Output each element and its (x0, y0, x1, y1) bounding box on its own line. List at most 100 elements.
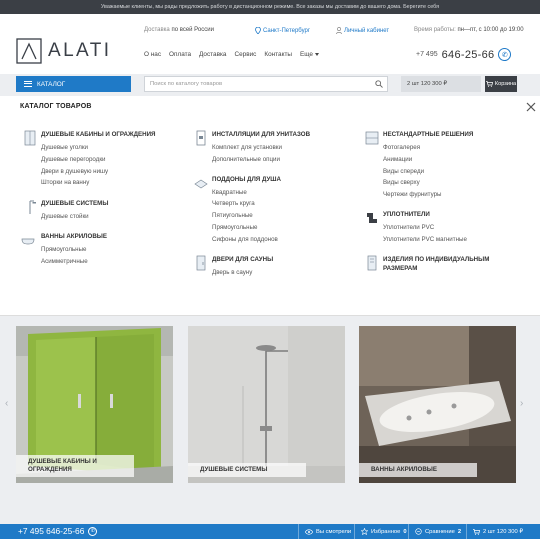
catalog-group-title[interactable]: ИЗДЕЛИЯ ПО ИНДИВИДУАЛЬНЫМ РАЗМЕРАМ (383, 255, 495, 273)
footer-compare-label: Сравнение (425, 528, 455, 535)
catalog-subitem[interactable]: Шторки на ванну (41, 177, 155, 189)
cart-button-label: Корзина (494, 81, 517, 87)
nav-item-payment[interactable]: Оплата (169, 51, 191, 58)
carousel-next-icon[interactable]: › (520, 398, 528, 410)
bathtub-photo (359, 326, 516, 483)
delivery-text: по всей России (171, 27, 214, 33)
footer-viewed[interactable]: Вы смотрели (298, 524, 357, 539)
catalog-group: ИНСТАЛЛЯЦИИ ДЛЯ УНИТАЗОВ Комплект для ус… (196, 130, 310, 166)
catalog-subitem[interactable]: Квадратные (212, 187, 310, 199)
catalog-subitem[interactable]: Пятиугольные (212, 210, 310, 222)
catalog-button-label: КАТАЛОГ (37, 80, 66, 88)
cart-summary[interactable]: 2 шт 120 300 ₽ (401, 76, 481, 92)
catalog-group-title[interactable]: ДУШЕВЫЕ КАБИНЫ И ОГРАЖДЕНИЯ (41, 130, 155, 139)
delivery-info: Доставка по всей России (144, 27, 214, 33)
catalog-group: ДУШЕВЫЕ КАБИНЫ И ОГРАЖДЕНИЯ Душевые угол… (24, 130, 155, 189)
footer-viewed-label: Вы смотрели (316, 528, 352, 535)
shower-tray-icon (194, 179, 208, 189)
nav-item-delivery[interactable]: Доставка (199, 51, 226, 58)
catalog-subitem[interactable]: Анимации (383, 154, 495, 166)
catalog-column-1: ДУШЕВЫЕ КАБИНЫ И ОГРАЖДЕНИЯ Душевые угол… (21, 130, 155, 277)
footer-viber-icon[interactable]: ✆ (88, 526, 98, 536)
catalog-subitem[interactable]: Четверть круга (212, 198, 310, 210)
cart-summary-text: 2 шт 120 300 ₽ (407, 81, 448, 87)
catalog-subitem[interactable]: Душевые перегородки (41, 154, 155, 166)
nav-item-service[interactable]: Сервис (234, 51, 256, 58)
catalog-title: КАТАЛОГ ТОВАРОВ (20, 103, 92, 110)
catalog-group: ДУШЕВЫЕ СИСТЕМЫ Душевые стойки (29, 199, 155, 223)
catalog-column-3: НЕСТАНДАРТНЫЕ РЕШЕНИЯ Фотогалерея Анимац… (365, 130, 495, 282)
category-card-label: ВАННЫ АКРИЛОВЫЕ (359, 463, 477, 477)
catalog-subitem[interactable]: Сифоны для поддонов (212, 234, 310, 246)
catalog-group-title[interactable]: НЕСТАНДАРТНЫЕ РЕШЕНИЯ (383, 130, 495, 139)
catalog-subitem[interactable]: Дверь в сауну (212, 267, 310, 279)
catalog-group: ВАННЫ АКРИЛОВЫЕ Прямоугольные Асимметрич… (21, 232, 155, 268)
catalog-subitem[interactable]: Фотогалерея (383, 142, 495, 154)
account-link[interactable]: Личный кабинет (336, 27, 389, 34)
category-card-shower-systems[interactable]: ДУШЕВЫЕ СИСТЕМЫ (188, 326, 345, 483)
compare-icon (415, 528, 422, 535)
shower-cabin-icon (24, 130, 36, 146)
catalog-group: ПОДДОНЫ ДЛЯ ДУША Квадратные Четверть кру… (194, 175, 310, 246)
catalog-subitem[interactable]: Двери в душевую нишу (41, 166, 155, 178)
user-icon (336, 27, 342, 34)
header-phone[interactable]: +7 495 646-25-66 ✆ (416, 48, 512, 61)
phone-number: 646-25-66 (441, 48, 495, 61)
menu-icon (24, 81, 32, 87)
cart-icon (485, 81, 493, 87)
catalog-subitem[interactable]: Душевые уголки (41, 142, 155, 154)
cart-button[interactable]: Корзина (485, 76, 517, 92)
close-icon[interactable] (526, 102, 536, 112)
catalog-subitem[interactable]: Прямоугольные (212, 222, 310, 234)
catalog-column-2: ИНСТАЛЛЯЦИИ ДЛЯ УНИТАЗОВ Комплект для ус… (194, 130, 310, 287)
carousel-prev-icon[interactable]: ‹ (5, 398, 13, 410)
catalog-subitem[interactable]: Дополнительные опции (212, 154, 310, 166)
category-card-shower-cabins[interactable]: ДУШЕВЫЕ КАБИНЫ И ОГРАЖДЕНИЯ (16, 326, 173, 483)
catalog-group-title[interactable]: ПОДДОНЫ ДЛЯ ДУША (212, 175, 310, 184)
catalog-subitem[interactable]: Комплект для установки (212, 142, 310, 154)
catalog-button[interactable]: КАТАЛОГ (16, 76, 131, 92)
custom-size-icon (367, 255, 377, 270)
footer-compare[interactable]: Сравнение 2 (408, 524, 467, 539)
star-icon (361, 528, 368, 535)
nav-item-more[interactable]: Еще (300, 51, 319, 58)
viber-icon[interactable]: ✆ (498, 48, 512, 61)
account-label: Личный кабинет (344, 27, 390, 34)
footer-favorites-label: Избранное (371, 528, 401, 535)
category-card-bathtubs[interactable]: ВАННЫ АКРИЛОВЫЕ (359, 326, 516, 483)
catalog-group-title[interactable]: ДУШЕВЫЕ СИСТЕМЫ (41, 199, 155, 208)
footer-phone[interactable]: +7 495 646-25-66 ✆ (18, 526, 98, 536)
city-label: Санкт-Петербург (263, 27, 311, 34)
catalog-group-title[interactable]: ДВЕРИ ДЛЯ САУНЫ (212, 255, 310, 264)
hours-prefix: Время работы: (414, 27, 456, 33)
shower-system-icon (29, 200, 36, 215)
search-icon[interactable] (375, 80, 383, 88)
footer-favorites[interactable]: Избранное 0 (354, 524, 413, 539)
nav-item-contacts[interactable]: Контакты (264, 51, 292, 58)
catalog-subitem[interactable]: Прямоугольные (41, 244, 155, 256)
logo[interactable]: ALATI (16, 38, 111, 64)
catalog-subitem[interactable]: Душевые стойки (41, 211, 155, 223)
bathtub-icon (21, 238, 35, 245)
search-input[interactable]: Поиск по каталогу товаров (144, 76, 388, 92)
installation-icon (196, 130, 206, 146)
shower-system-photo (188, 326, 345, 483)
footer-phone-number: +7 495 646-25-66 (18, 526, 85, 536)
catalog-group: ДВЕРИ ДЛЯ САУНЫ Дверь в сауну (196, 255, 310, 279)
catalog-subitem[interactable]: Чертежи фурнитуры (383, 189, 495, 201)
custom-solutions-icon (365, 131, 379, 145)
catalog-subitem[interactable]: Виды спереди (383, 166, 495, 178)
city-selector[interactable]: Санкт-Петербург (255, 27, 310, 34)
sauna-door-icon (196, 255, 206, 270)
catalog-subitem[interactable]: Виды сверху (383, 177, 495, 189)
catalog-group-title[interactable]: ИНСТАЛЛЯЦИИ ДЛЯ УНИТАЗОВ (212, 130, 310, 139)
category-card-label: ДУШЕВЫЕ СИСТЕМЫ (188, 463, 306, 477)
catalog-subitem[interactable]: Уплотнители PVC (383, 222, 495, 234)
catalog-subitem[interactable]: Уплотнители PVC магнитные (383, 234, 495, 246)
logo-text: ALATI (48, 40, 112, 61)
footer-cart[interactable]: 2 шт 120 300 ₽ (466, 524, 529, 539)
catalog-subitem[interactable]: Асимметричные (41, 256, 155, 268)
catalog-group-title[interactable]: ВАННЫ АКРИЛОВЫЕ (41, 232, 155, 241)
catalog-group-title[interactable]: УПЛОТНИТЕЛИ (383, 210, 495, 219)
nav-item-about[interactable]: О нас (144, 51, 161, 58)
